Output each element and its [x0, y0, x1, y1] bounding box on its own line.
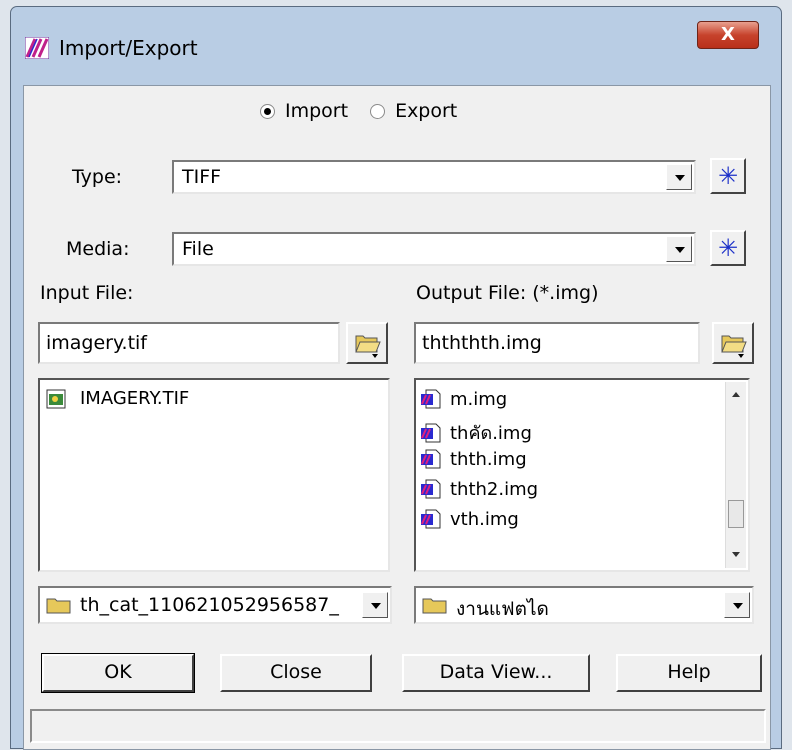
media-select[interactable]: File	[172, 232, 696, 266]
type-options-button[interactable]: ✳	[710, 158, 746, 194]
input-browse-button[interactable]	[346, 322, 388, 364]
img-file-icon	[421, 423, 441, 442]
output-list-scrollbar[interactable]	[725, 382, 746, 568]
import-radio[interactable]	[260, 103, 275, 119]
dialog-body: Import Export Type: TIFF ✳ Media: File ✳…	[23, 85, 771, 750]
list-item[interactable]: thคัด.img	[420, 418, 532, 447]
title-bar[interactable]: Import/Export X	[11, 7, 781, 85]
open-folder-icon	[721, 335, 747, 358]
output-browse-button[interactable]	[712, 322, 754, 364]
folder-icon	[46, 598, 71, 614]
help-button[interactable]: Help	[616, 654, 762, 692]
output-file-name: thth2.img	[450, 478, 539, 500]
list-item[interactable]: thth.img	[420, 448, 527, 470]
chevron-down-icon[interactable]	[724, 592, 750, 618]
image-file-icon	[46, 389, 66, 408]
output-filename-value: thththth.img	[422, 332, 542, 354]
input-filename-value: imagery.tif	[46, 332, 147, 354]
export-radio[interactable]	[370, 103, 386, 119]
import-label[interactable]: Import	[285, 100, 348, 122]
input-folder-select[interactable]: th_cat_110621052956587_	[38, 586, 392, 624]
close-icon: X	[721, 24, 735, 45]
open-folder-icon	[355, 335, 381, 358]
scroll-thumb[interactable]	[728, 500, 744, 528]
asterisk-icon: ✳	[717, 162, 739, 190]
list-item[interactable]: IMAGERY.TIF	[46, 388, 189, 409]
output-folder-select[interactable]: งานแฟตได	[414, 586, 754, 624]
input-filename-field[interactable]: imagery.tif	[38, 322, 340, 364]
output-file-name: vth.img	[450, 508, 519, 530]
output-file-list[interactable]: m.img thคัด.img thth.img thth2.img vth.i…	[414, 378, 750, 572]
scroll-down-arrow-icon[interactable]	[726, 544, 746, 564]
asterisk-icon: ✳	[717, 234, 739, 262]
media-label: Media:	[66, 238, 130, 260]
chevron-down-icon[interactable]	[362, 592, 388, 618]
chevron-down-icon[interactable]	[666, 164, 692, 190]
status-bar	[30, 709, 766, 743]
output-file-label: Output File: (*.img)	[416, 282, 599, 304]
img-file-icon	[421, 389, 441, 409]
type-label: Type:	[72, 166, 123, 188]
output-file-name: thคัด.img	[450, 423, 532, 444]
media-options-button[interactable]: ✳	[710, 230, 746, 266]
scroll-up-arrow-icon[interactable]	[726, 384, 746, 404]
window-close-button[interactable]: X	[697, 21, 759, 49]
input-file-name: IMAGERY.TIF	[80, 388, 190, 409]
close-button[interactable]: Close	[220, 654, 372, 692]
app-icon	[25, 37, 49, 59]
folder-icon	[422, 598, 447, 614]
input-file-label: Input File:	[40, 282, 134, 304]
output-folder-name: งานแฟตได	[456, 598, 549, 620]
window-title: Import/Export	[59, 36, 198, 60]
output-file-name: thth.img	[450, 448, 527, 470]
input-file-list[interactable]: IMAGERY.TIF	[38, 378, 390, 572]
img-file-icon	[421, 449, 441, 469]
type-value: TIFF	[182, 166, 222, 188]
img-file-icon	[421, 509, 441, 529]
mode-radio-group: Import Export	[260, 100, 457, 122]
ok-button[interactable]: OK	[41, 653, 195, 693]
type-select[interactable]: TIFF	[172, 160, 696, 194]
chevron-down-icon[interactable]	[666, 236, 692, 262]
input-folder-name: th_cat_110621052956587_	[80, 594, 339, 616]
export-label[interactable]: Export	[395, 100, 457, 122]
list-item[interactable]: m.img	[420, 388, 507, 410]
data-view-button[interactable]: Data View...	[402, 654, 590, 692]
media-value: File	[182, 238, 214, 260]
list-item[interactable]: thth2.img	[420, 478, 538, 500]
img-file-icon	[421, 479, 441, 499]
import-export-window: Import/Export X Import Export Type: TIFF…	[10, 6, 782, 750]
output-filename-field[interactable]: thththth.img	[414, 322, 700, 364]
output-file-name: m.img	[450, 388, 508, 410]
list-item[interactable]: vth.img	[420, 508, 519, 530]
